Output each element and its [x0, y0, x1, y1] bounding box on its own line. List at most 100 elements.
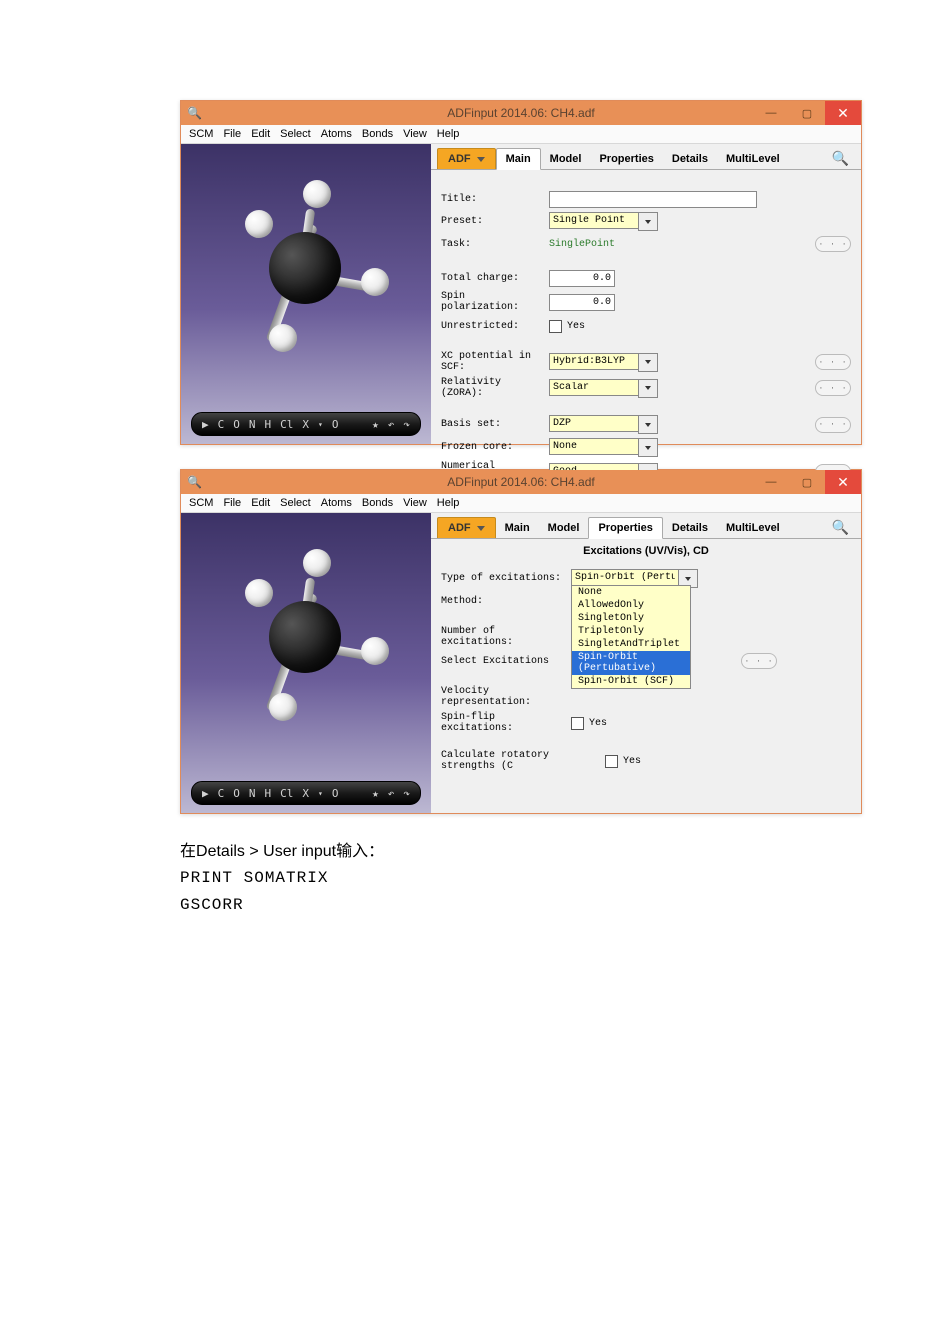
instr-pre: 在	[180, 843, 196, 860]
menu-view[interactable]: View	[403, 128, 427, 140]
menu-help[interactable]: Help	[437, 497, 460, 509]
dropdown-icon[interactable]	[638, 438, 658, 457]
adf-tab[interactable]: ADF	[437, 517, 496, 538]
menu-edit[interactable]: Edit	[251, 128, 270, 140]
atombar-o[interactable]: O	[233, 787, 240, 800]
minimize-button[interactable]: —	[753, 470, 789, 494]
spin-input[interactable]	[549, 294, 615, 311]
title-input[interactable]	[549, 191, 757, 208]
menu-select[interactable]: Select	[280, 497, 311, 509]
menu-edit[interactable]: Edit	[251, 497, 270, 509]
molecule-viewport[interactable]: ▶ C O N H Cl X ▾ O ★ ↶ ↷	[181, 513, 431, 813]
xc-select[interactable]	[549, 353, 639, 370]
yes-label: Yes	[589, 718, 607, 729]
more-button[interactable]: · · ·	[741, 653, 777, 669]
menu-select[interactable]: Select	[280, 128, 311, 140]
dd-item-none[interactable]: None	[572, 586, 690, 599]
dd-item-spinorbit-pert[interactable]: Spin-Orbit (Pertubative)	[572, 651, 690, 675]
menu-view[interactable]: View	[403, 497, 427, 509]
dd-item-singletandtriplet[interactable]: SingletAndTriplet	[572, 638, 690, 651]
search-icon[interactable]: 🔍	[832, 150, 855, 167]
dropdown-icon[interactable]	[638, 415, 658, 434]
atombar-cl[interactable]: Cl	[280, 787, 293, 800]
menu-atoms[interactable]: Atoms	[321, 128, 352, 140]
dd-item-spinorbit-scf[interactable]: Spin-Orbit (SCF)	[572, 675, 690, 688]
rotatory-checkbox[interactable]	[605, 755, 618, 768]
window-properties: 🔍 ADFinput 2014.06: CH4.adf — ▢ ✕ SCM Fi…	[180, 469, 862, 814]
atombar-x[interactable]: X	[302, 787, 309, 800]
maximize-button[interactable]: ▢	[789, 101, 825, 125]
star-icon[interactable]: ★	[372, 418, 379, 431]
atombar-dropdown-icon[interactable]: ▾	[318, 789, 323, 798]
atombar-o[interactable]: O	[233, 418, 240, 431]
dd-item-allowedonly[interactable]: AllowedOnly	[572, 599, 690, 612]
atombar-c[interactable]: C	[218, 787, 225, 800]
dd-item-tripletonly[interactable]: TripletOnly	[572, 625, 690, 638]
basis-select[interactable]	[549, 415, 639, 432]
atombar-n[interactable]: N	[249, 418, 256, 431]
tab-model[interactable]: Model	[539, 518, 589, 538]
preset-select[interactable]	[549, 212, 639, 229]
menu-bonds[interactable]: Bonds	[362, 497, 393, 509]
atom-carbon	[269, 232, 341, 304]
tab-properties[interactable]: Properties	[590, 149, 662, 169]
atombar-o2[interactable]: O	[332, 418, 339, 431]
maximize-button[interactable]: ▢	[789, 470, 825, 494]
minimize-button[interactable]: —	[753, 101, 789, 125]
tab-model[interactable]: Model	[541, 149, 591, 169]
more-button[interactable]: · · ·	[815, 380, 851, 396]
atombar-cursor-icon[interactable]: ▶	[202, 418, 209, 431]
menu-scm[interactable]: SCM	[189, 128, 213, 140]
instruction-line: 在Details > User input输入：	[180, 838, 860, 865]
undo-icon[interactable]: ↶	[388, 787, 395, 800]
charge-input[interactable]	[549, 270, 615, 287]
tab-multilevel[interactable]: MultiLevel	[717, 518, 789, 538]
redo-icon[interactable]: ↷	[403, 418, 410, 431]
molecule-viewport[interactable]: ▶ C O N H Cl X ▾ O ★ ↶ ↷	[181, 144, 431, 444]
atombar-cursor-icon[interactable]: ▶	[202, 787, 209, 800]
atombar-h[interactable]: H	[265, 787, 272, 800]
magnify-icon[interactable]: 🔍	[187, 106, 202, 120]
more-button[interactable]: · · ·	[815, 354, 851, 370]
titlebar: 🔍 ADFinput 2014.06: CH4.adf — ▢ ✕	[181, 101, 861, 125]
magnify-icon[interactable]: 🔍	[187, 475, 202, 489]
tab-details[interactable]: Details	[663, 149, 717, 169]
spinflip-checkbox[interactable]	[571, 717, 584, 730]
menu-help[interactable]: Help	[437, 128, 460, 140]
menu-scm[interactable]: SCM	[189, 497, 213, 509]
star-icon[interactable]: ★	[372, 787, 379, 800]
yes-label: Yes	[567, 321, 585, 332]
tab-details[interactable]: Details	[663, 518, 717, 538]
menu-file[interactable]: File	[223, 497, 241, 509]
atombar-c[interactable]: C	[218, 418, 225, 431]
close-button[interactable]: ✕	[825, 101, 861, 125]
atombar-o2[interactable]: O	[332, 787, 339, 800]
unrestricted-checkbox[interactable]	[549, 320, 562, 333]
tab-main[interactable]: Main	[496, 148, 541, 170]
menu-bonds[interactable]: Bonds	[362, 128, 393, 140]
relativity-select[interactable]	[549, 379, 639, 396]
adf-tab[interactable]: ADF	[437, 148, 496, 169]
more-button[interactable]: · · ·	[815, 236, 851, 252]
tab-multilevel[interactable]: MultiLevel	[717, 149, 789, 169]
dropdown-icon[interactable]	[638, 379, 658, 398]
atombar-cl[interactable]: Cl	[280, 418, 293, 431]
atombar-n[interactable]: N	[249, 787, 256, 800]
redo-icon[interactable]: ↷	[403, 787, 410, 800]
undo-icon[interactable]: ↶	[388, 418, 395, 431]
more-button[interactable]: · · ·	[815, 417, 851, 433]
tab-main[interactable]: Main	[496, 518, 539, 538]
dropdown-icon[interactable]	[638, 353, 658, 372]
dd-item-singletonly[interactable]: SingletOnly	[572, 612, 690, 625]
excit-type-select[interactable]	[571, 569, 679, 586]
dropdown-icon[interactable]	[638, 212, 658, 231]
atombar-x[interactable]: X	[302, 418, 309, 431]
atombar-dropdown-icon[interactable]: ▾	[318, 420, 323, 429]
close-button[interactable]: ✕	[825, 470, 861, 494]
atombar-h[interactable]: H	[265, 418, 272, 431]
frozen-select[interactable]	[549, 438, 639, 455]
tab-properties[interactable]: Properties	[588, 517, 662, 539]
menu-file[interactable]: File	[223, 128, 241, 140]
search-icon[interactable]: 🔍	[832, 519, 855, 536]
menu-atoms[interactable]: Atoms	[321, 497, 352, 509]
